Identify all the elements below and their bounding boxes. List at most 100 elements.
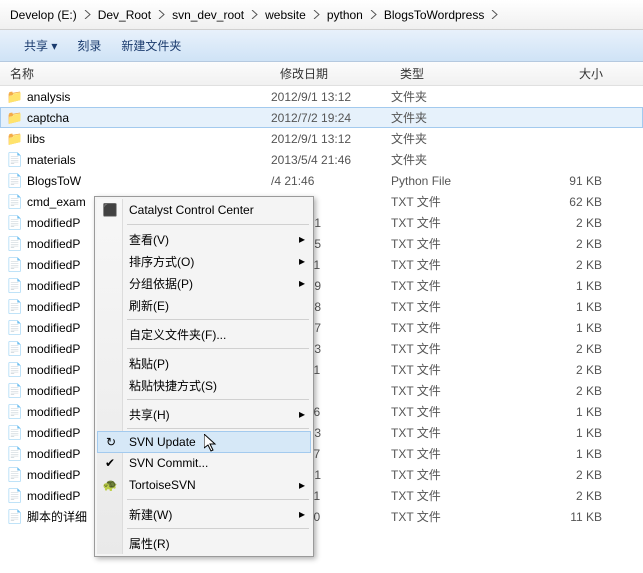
file-size: 2 KB	[511, 342, 642, 356]
col-type[interactable]: 类型	[390, 65, 510, 82]
file-row[interactable]: 📁 captcha 2012/7/2 19:24 文件夹	[0, 107, 643, 128]
file-row[interactable]: 📄 BlogsToW /4 21:46 Python File 91 KB	[0, 170, 643, 191]
burn-button[interactable]: 刻录	[67, 30, 111, 61]
share-button[interactable]: 共享 ▾	[14, 30, 67, 61]
file-type: 文件夹	[391, 88, 511, 105]
file-type: TXT 文件	[391, 382, 511, 399]
menu-item[interactable]: 查看(V)▸	[97, 228, 311, 250]
file-row[interactable]: 📄 materials 2013/5/4 21:46 文件夹	[0, 149, 643, 170]
green-icon: 📄	[7, 236, 23, 252]
chevron-right-icon[interactable]	[313, 10, 320, 19]
file-size: 2 KB	[511, 237, 642, 251]
file-name: modifiedP	[27, 300, 80, 314]
green-icon: 📄	[7, 446, 23, 462]
file-size: 1 KB	[511, 447, 642, 461]
file-date: 2012/7/2 19:24	[271, 111, 391, 125]
file-name: modifiedP	[27, 258, 80, 272]
file-size: 1 KB	[511, 405, 642, 419]
menu-item[interactable]: ⬛Catalyst Control Center	[97, 199, 311, 221]
file-size: 2 KB	[511, 468, 642, 482]
chevron-right-icon[interactable]	[158, 10, 165, 19]
context-menu[interactable]: ⬛Catalyst Control Center 查看(V)▸ 排序方式(O) ▸…	[94, 196, 314, 557]
file-type: TXT 文件	[391, 508, 511, 525]
submenu-arrow-icon: ▸	[299, 232, 305, 246]
file-name: modifiedP	[27, 321, 80, 335]
col-size[interactable]: 大小	[510, 65, 643, 82]
file-size: 11 KB	[511, 510, 642, 524]
chevron-right-icon[interactable]	[251, 10, 258, 19]
file-type: TXT 文件	[391, 319, 511, 336]
file-date: 2013/5/4 21:46	[271, 153, 391, 167]
chevron-right-icon[interactable]	[84, 10, 91, 19]
menu-item[interactable]: 粘贴(P)	[97, 352, 311, 374]
column-headers[interactable]: 名称 修改日期 类型 大小	[0, 62, 643, 86]
folder-icon: 📁	[7, 89, 23, 105]
green-icon: 📄	[7, 404, 23, 420]
green-icon: 📄	[7, 509, 23, 525]
menu-item[interactable]: 自定义文件夹(F)...	[97, 323, 311, 345]
menu-item[interactable]: 新建(W)▸	[97, 503, 311, 525]
file-type: TXT 文件	[391, 445, 511, 462]
file-name: libs	[27, 132, 45, 146]
breadcrumb-item[interactable]: python	[323, 8, 367, 22]
file-name: captcha	[27, 111, 69, 125]
file-date: 2012/9/1 13:12	[271, 132, 391, 146]
file-type: TXT 文件	[391, 340, 511, 357]
menu-label: Catalyst Control Center	[129, 203, 254, 217]
file-name: materials	[27, 153, 76, 167]
menu-item[interactable]: 🐢TortoiseSVN▸	[97, 474, 311, 496]
file-name: modifiedP	[27, 237, 80, 251]
chevron-right-icon[interactable]	[491, 10, 498, 19]
file-name: modifiedP	[27, 279, 80, 293]
green-icon: 📄	[7, 194, 23, 210]
menu-label: 粘贴(P)	[129, 355, 169, 372]
menu-item[interactable]: 共享(H)▸	[97, 403, 311, 425]
breadcrumb-item[interactable]: website	[261, 8, 310, 22]
submenu-arrow-icon: ▸	[299, 254, 305, 268]
menu-item[interactable]: 粘贴快捷方式(S)	[97, 374, 311, 396]
file-size: 2 KB	[511, 216, 642, 230]
file-name: BlogsToW	[27, 174, 81, 188]
file-row[interactable]: 📁 analysis 2012/9/1 13:12 文件夹	[0, 86, 643, 107]
breadcrumb-item[interactable]: svn_dev_root	[168, 8, 248, 22]
file-name: cmd_exam	[27, 195, 86, 209]
file-date: /4 21:46	[271, 174, 391, 188]
file-type: TXT 文件	[391, 487, 511, 504]
menu-item[interactable]: 属性(R)	[97, 532, 311, 554]
file-type: 文件夹	[391, 130, 511, 147]
green-icon: 📄	[7, 341, 23, 357]
menu-item[interactable]: 刷新(E)	[97, 294, 311, 316]
breadcrumb[interactable]: Develop (E:) Dev_Root svn_dev_root website p…	[0, 0, 643, 30]
menu-item[interactable]: ↻SVN Update	[97, 431, 311, 453]
file-type: TXT 文件	[391, 361, 511, 378]
col-date[interactable]: 修改日期	[270, 65, 390, 82]
file-size: 91 KB	[511, 174, 642, 188]
breadcrumb-item[interactable]: Dev_Root	[94, 8, 155, 22]
file-size: 1 KB	[511, 279, 642, 293]
menu-item[interactable]: 分组依据(P)▸	[97, 272, 311, 294]
file-name: modifiedP	[27, 384, 80, 398]
breadcrumb-item[interactable]: Develop (E:)	[6, 8, 81, 22]
menu-label: 新建(W)	[129, 506, 172, 523]
menu-item[interactable]: 排序方式(O) ▸	[97, 250, 311, 272]
file-size: 1 KB	[511, 426, 642, 440]
green-icon: 📄	[7, 215, 23, 231]
file-name: modifiedP	[27, 447, 80, 461]
menu-label: 排序方式(O)	[129, 253, 194, 270]
chevron-right-icon[interactable]	[370, 10, 377, 19]
col-name[interactable]: 名称	[0, 65, 270, 82]
green-icon: 📄	[7, 383, 23, 399]
file-type: TXT 文件	[391, 277, 511, 294]
green-icon: 📄	[7, 320, 23, 336]
file-type: TXT 文件	[391, 193, 511, 210]
py-icon: 📄	[7, 173, 23, 189]
menu-separator	[127, 224, 309, 225]
menu-separator	[127, 319, 309, 320]
menu-label: SVN Update	[129, 435, 196, 449]
file-name: modifiedP	[27, 405, 80, 419]
menu-item[interactable]: ✔SVN Commit...	[97, 452, 311, 474]
breadcrumb-item[interactable]: BlogsToWordpress	[380, 8, 489, 22]
file-type: TXT 文件	[391, 466, 511, 483]
file-row[interactable]: 📁 libs 2012/9/1 13:12 文件夹	[0, 128, 643, 149]
newfolder-button[interactable]: 新建文件夹	[111, 30, 191, 61]
